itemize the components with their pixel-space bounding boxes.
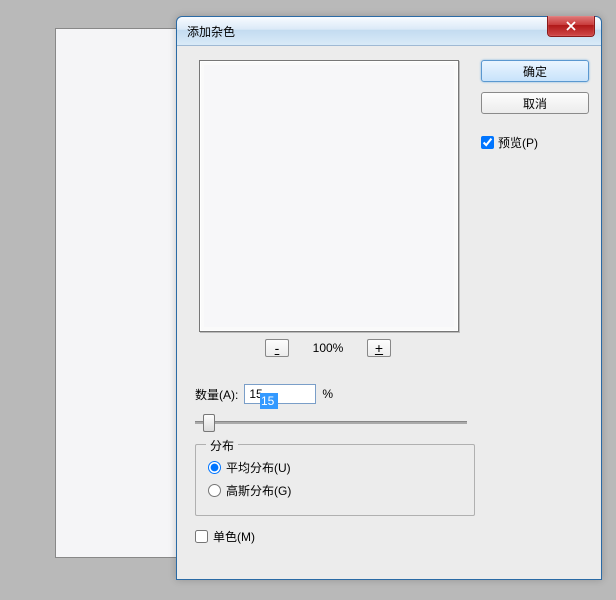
titlebar: 添加杂色 xyxy=(177,17,601,46)
zoom-out-button[interactable]: - xyxy=(265,339,289,357)
monochrome-label: 单色(M) xyxy=(213,528,255,545)
distribution-legend: 分布 xyxy=(206,437,238,454)
dialog-title: 添加杂色 xyxy=(187,23,235,40)
monochrome-checkbox[interactable] xyxy=(195,530,208,543)
distribution-group: 分布 平均分布(U) 高斯分布(G) xyxy=(195,444,475,516)
amount-row: 数量(A): % xyxy=(195,384,333,404)
add-noise-dialog: 添加杂色 确定 取消 预览(P) - 100% xyxy=(176,16,602,580)
minus-icon: - xyxy=(275,341,280,355)
preview-checkbox[interactable] xyxy=(481,136,494,149)
monochrome-row: 单色(M) xyxy=(195,528,255,545)
preview-image xyxy=(204,65,454,327)
plus-icon: + xyxy=(375,341,383,355)
canvas-background xyxy=(55,28,187,558)
ok-button[interactable]: 确定 xyxy=(481,60,589,82)
preview-label: 预览(P) xyxy=(498,134,538,151)
gaussian-radio-row: 高斯分布(G) xyxy=(208,482,462,499)
right-panel: 确定 取消 预览(P) xyxy=(481,60,589,151)
zoom-value: 100% xyxy=(303,341,353,355)
slider-track xyxy=(195,421,467,424)
amount-slider[interactable] xyxy=(195,412,467,432)
close-icon xyxy=(565,21,577,31)
preview-checkbox-row: 预览(P) xyxy=(481,134,589,151)
amount-label: 数量(A): xyxy=(195,386,238,403)
gaussian-radio[interactable] xyxy=(208,484,221,497)
slider-thumb[interactable] xyxy=(203,414,215,432)
uniform-radio-row: 平均分布(U) xyxy=(208,459,462,476)
gaussian-label: 高斯分布(G) xyxy=(226,482,291,499)
uniform-radio[interactable] xyxy=(208,461,221,474)
dialog-body: 确定 取消 预览(P) - 100% + 数量(A): % xyxy=(177,46,601,580)
zoom-in-button[interactable]: + xyxy=(367,339,391,357)
zoom-row: - 100% + xyxy=(199,339,457,357)
close-button[interactable] xyxy=(547,16,595,37)
amount-unit: % xyxy=(322,387,333,401)
cancel-button[interactable]: 取消 xyxy=(481,92,589,114)
amount-input[interactable] xyxy=(244,384,316,404)
uniform-label: 平均分布(U) xyxy=(226,459,291,476)
preview-box[interactable] xyxy=(199,60,459,332)
